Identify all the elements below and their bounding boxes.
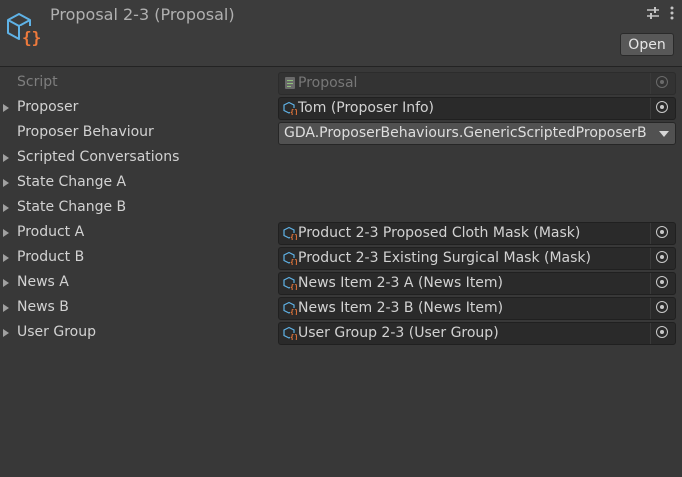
property-label[interactable]: News B	[17, 299, 69, 315]
field-value: Product 2-3 Existing Surgical Mask (Mask…	[298, 250, 591, 266]
property-label[interactable]: Product A	[17, 224, 84, 240]
property-label[interactable]: Scripted Conversations	[17, 149, 179, 165]
foldout-arrow-icon[interactable]	[3, 204, 9, 212]
foldout-arrow-icon[interactable]	[3, 254, 9, 262]
property-row-state-change-b[interactable]: State Change B	[0, 196, 682, 221]
property-row-product-b[interactable]: Product B {} Product 2-3 Existing Surgic…	[0, 246, 682, 271]
script-field: Proposal	[278, 72, 676, 95]
scriptable-object-icon: {}	[283, 251, 297, 265]
field-value: News Item 2-3 A (News Item)	[298, 275, 504, 291]
svg-text:{}: {}	[290, 334, 297, 341]
property-row-news-b[interactable]: News B {} News Item 2-3 B (News Item)	[0, 296, 682, 321]
object-picker-button	[650, 73, 675, 94]
svg-text:{}: {}	[290, 234, 297, 241]
object-picker-button[interactable]	[650, 248, 675, 269]
scriptable-object-icon: {}	[7, 13, 42, 47]
svg-text:{}: {}	[290, 109, 297, 116]
object-field[interactable]: {} Product 2-3 Existing Surgical Mask (M…	[278, 247, 676, 270]
field-value: Proposal	[298, 75, 358, 91]
object-picker-button[interactable]	[650, 273, 675, 294]
property-row-script: Script Proposal	[0, 71, 682, 96]
property-row-state-change-a[interactable]: State Change A	[0, 171, 682, 196]
property-label[interactable]: News A	[17, 274, 69, 290]
svg-text:{}: {}	[290, 309, 297, 316]
object-picker-button[interactable]	[650, 223, 675, 244]
property-row-user-group[interactable]: User Group {} User Group 2-3 (User Group…	[0, 321, 682, 346]
foldout-arrow-icon[interactable]	[3, 154, 9, 162]
property-label[interactable]: State Change B	[17, 199, 126, 215]
object-field[interactable]: {} Product 2-3 Proposed Cloth Mask (Mask…	[278, 222, 676, 245]
property-row-news-a[interactable]: News A {} News Item 2-3 A (News Item)	[0, 271, 682, 296]
property-label: Script	[17, 74, 58, 90]
scriptable-object-icon: {}	[283, 101, 297, 115]
object-picker-button[interactable]	[650, 323, 675, 344]
open-button[interactable]: Open	[620, 33, 674, 56]
field-value: Tom (Proposer Info)	[298, 100, 435, 116]
scriptable-object-icon: {}	[283, 326, 297, 340]
object-picker-button[interactable]	[650, 298, 675, 319]
object-picker-button[interactable]	[650, 98, 675, 119]
foldout-arrow-icon[interactable]	[3, 329, 9, 337]
svg-text:{}: {}	[22, 28, 41, 47]
field-value: Product 2-3 Proposed Cloth Mask (Mask)	[298, 225, 581, 241]
vertical-ellipsis-icon[interactable]	[669, 6, 675, 20]
inspector-title: Proposal 2-3 (Proposal)	[50, 5, 235, 24]
sliders-icon[interactable]	[646, 6, 660, 20]
scriptable-object-icon: {}	[283, 226, 297, 240]
object-field[interactable]: {} News Item 2-3 A (News Item)	[278, 272, 676, 295]
object-field[interactable]: {} Tom (Proposer Info)	[278, 97, 676, 120]
property-row-proposer[interactable]: Proposer {} Tom (Proposer Info)	[0, 96, 682, 121]
dropdown-value: GDA.ProposerBehaviours.GenericScriptedPr…	[284, 125, 647, 141]
field-value: User Group 2-3 (User Group)	[298, 325, 499, 341]
scriptable-object-icon: {}	[283, 301, 297, 315]
foldout-arrow-icon[interactable]	[3, 304, 9, 312]
property-row-product-a[interactable]: Product A {} Product 2-3 Proposed Cloth …	[0, 221, 682, 246]
script-icon	[285, 77, 295, 89]
property-label[interactable]: Proposer	[17, 99, 78, 115]
proposer-behaviour-dropdown[interactable]: GDA.ProposerBehaviours.GenericScriptedPr…	[278, 122, 676, 145]
property-label: Proposer Behaviour	[17, 124, 154, 140]
property-label[interactable]: User Group	[17, 324, 96, 340]
scriptable-object-icon: {}	[283, 276, 297, 290]
object-field[interactable]: {} News Item 2-3 B (News Item)	[278, 297, 676, 320]
dropdown-arrow-icon	[659, 131, 669, 137]
svg-text:{}: {}	[290, 284, 297, 291]
svg-text:{}: {}	[290, 259, 297, 266]
property-list: Script Proposal Proposer {} Tom (Propose…	[0, 71, 682, 346]
inspector-header: {} Proposal 2-3 (Proposal) Open	[0, 0, 682, 67]
foldout-arrow-icon[interactable]	[3, 279, 9, 287]
property-row-proposer-behaviour: Proposer Behaviour GDA.ProposerBehaviour…	[0, 121, 682, 146]
object-field[interactable]: {} User Group 2-3 (User Group)	[278, 322, 676, 345]
property-label[interactable]: State Change A	[17, 174, 126, 190]
property-label[interactable]: Product B	[17, 249, 84, 265]
property-row-scripted-conversations[interactable]: Scripted Conversations	[0, 146, 682, 171]
field-value: News Item 2-3 B (News Item)	[298, 300, 504, 316]
foldout-arrow-icon[interactable]	[3, 229, 9, 237]
foldout-arrow-icon[interactable]	[3, 179, 9, 187]
foldout-arrow-icon[interactable]	[3, 104, 9, 112]
